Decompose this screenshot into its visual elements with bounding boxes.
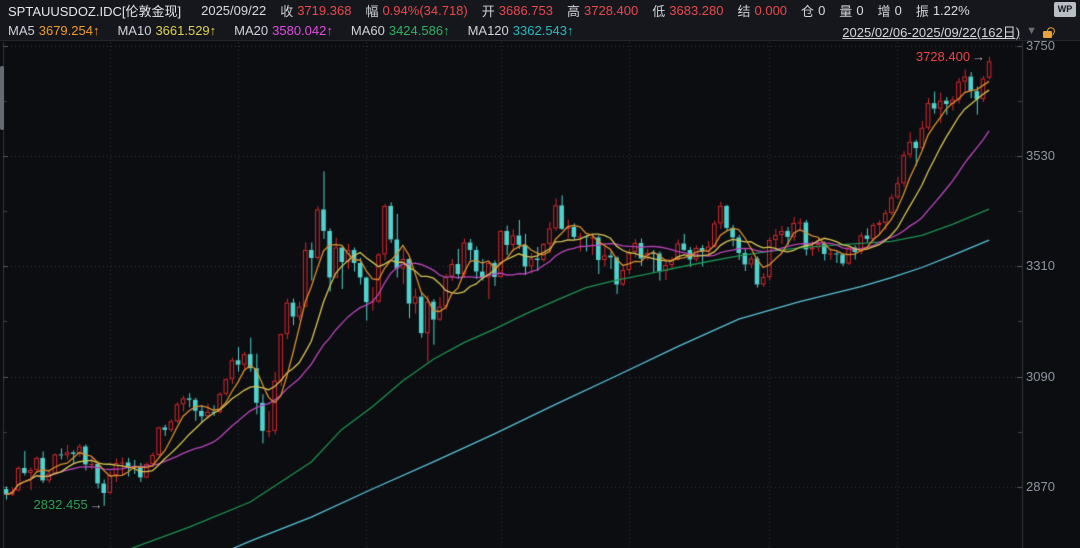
- quote-field-label: 高: [567, 1, 580, 20]
- chevron-down-icon[interactable]: ▼: [1026, 25, 1037, 37]
- y-axis-label: 3530: [1026, 148, 1055, 163]
- quote-field-label: 振: [916, 1, 929, 20]
- high-annotation: 3728.400 →: [916, 49, 985, 64]
- ma-legend-item: MA120 3362.543↑: [468, 23, 574, 38]
- candlestick-chart[interactable]: [0, 0, 1080, 548]
- quote-field-value: 0: [818, 3, 825, 18]
- quote-field-label: 增: [878, 1, 891, 20]
- quote-field: 增0: [878, 1, 902, 20]
- quote-field-value: 3686.753: [499, 3, 553, 18]
- quote-field: 仓0: [801, 1, 825, 20]
- quote-field: 结 0.000: [737, 1, 787, 20]
- right-arrow-icon: →: [90, 497, 103, 512]
- quote-field-value: 3728.400: [584, 3, 638, 18]
- y-axis-label: 3090: [1026, 369, 1055, 384]
- date-range[interactable]: 2025/02/06-2025/09/22(162日): [842, 22, 1020, 41]
- quote-field: 开 3686.753: [482, 1, 553, 20]
- right-arrow-icon: →: [972, 49, 985, 64]
- quote-field: 幅 0.94%(34.718): [365, 1, 467, 20]
- ma-legend-item: MA5 3679.254↑: [8, 23, 99, 38]
- quote-field-label: 仓: [801, 1, 814, 20]
- quote-field: 量0: [839, 1, 863, 20]
- quote-field-value: 1.22%: [933, 3, 970, 18]
- ma-value: 3362.543↑: [513, 23, 574, 38]
- y-axis-label: 3310: [1026, 258, 1055, 273]
- ma-label: MA20: [234, 23, 268, 38]
- unlock-body: [1043, 31, 1052, 38]
- quote-field: 低 3683.280: [652, 1, 723, 20]
- ma-legend-item: MA10 3661.529↑: [117, 23, 216, 38]
- ma-label: MA5: [8, 23, 35, 38]
- quote-field-label: 结: [737, 1, 750, 20]
- quote-field-value: 3719.368: [297, 3, 351, 18]
- quote-field-value: 0: [856, 3, 863, 18]
- quote-field: 收 3719.368: [280, 1, 351, 20]
- quote-field-label: 量: [839, 1, 852, 20]
- ma-label: MA120: [468, 23, 509, 38]
- ma-value: 3661.529↑: [155, 23, 216, 38]
- left-scrollbar-thumb[interactable]: [0, 66, 4, 130]
- quote-field-value: 0.000: [755, 3, 788, 18]
- quote-field-value: 0: [895, 3, 902, 18]
- quote-field: 振 1.22%: [916, 1, 970, 20]
- ma-label: MA60: [351, 23, 385, 38]
- ma-value: 3679.254↑: [39, 23, 100, 38]
- unlock-icon[interactable]: [1043, 25, 1054, 38]
- quote-field-value: 0.94%(34.718): [382, 3, 467, 18]
- high-annotation-value: 3728.400: [916, 49, 970, 64]
- ma-label: MA10: [117, 23, 151, 38]
- quote-field: 高 3728.400: [567, 1, 638, 20]
- ma-value: 3580.042↑: [272, 23, 333, 38]
- ma-value: 3424.586↑: [389, 23, 450, 38]
- ma-legend-item: MA20 3580.042↑: [234, 23, 333, 38]
- range-controls: 2025/02/06-2025/09/22(162日) ▼: [842, 21, 1054, 41]
- low-annotation: 2832.455 →: [33, 497, 102, 512]
- ma-legend-item: MA60 3424.586↑: [351, 23, 450, 38]
- quote-field-value: 3683.280: [669, 3, 723, 18]
- y-axis-label: 2870: [1026, 479, 1055, 494]
- trading-terminal: SPTAUUSDOZ.IDC[伦敦金现] 2025/09/22 收 3719.36…: [0, 0, 1080, 548]
- quote-field-label: 收: [280, 1, 293, 20]
- wp-badge-icon[interactable]: WP: [1054, 2, 1076, 17]
- quote-date: 2025/09/22: [201, 3, 266, 18]
- symbol-name: SPTAUUSDOZ.IDC[伦敦金现]: [8, 1, 181, 20]
- quote-field-label: 低: [652, 1, 665, 20]
- quote-header: SPTAUUSDOZ.IDC[伦敦金现] 2025/09/22 收 3719.36…: [0, 0, 1080, 21]
- quote-field-label: 幅: [365, 1, 378, 20]
- quote-field-label: 开: [482, 1, 495, 20]
- low-annotation-value: 2832.455: [33, 497, 87, 512]
